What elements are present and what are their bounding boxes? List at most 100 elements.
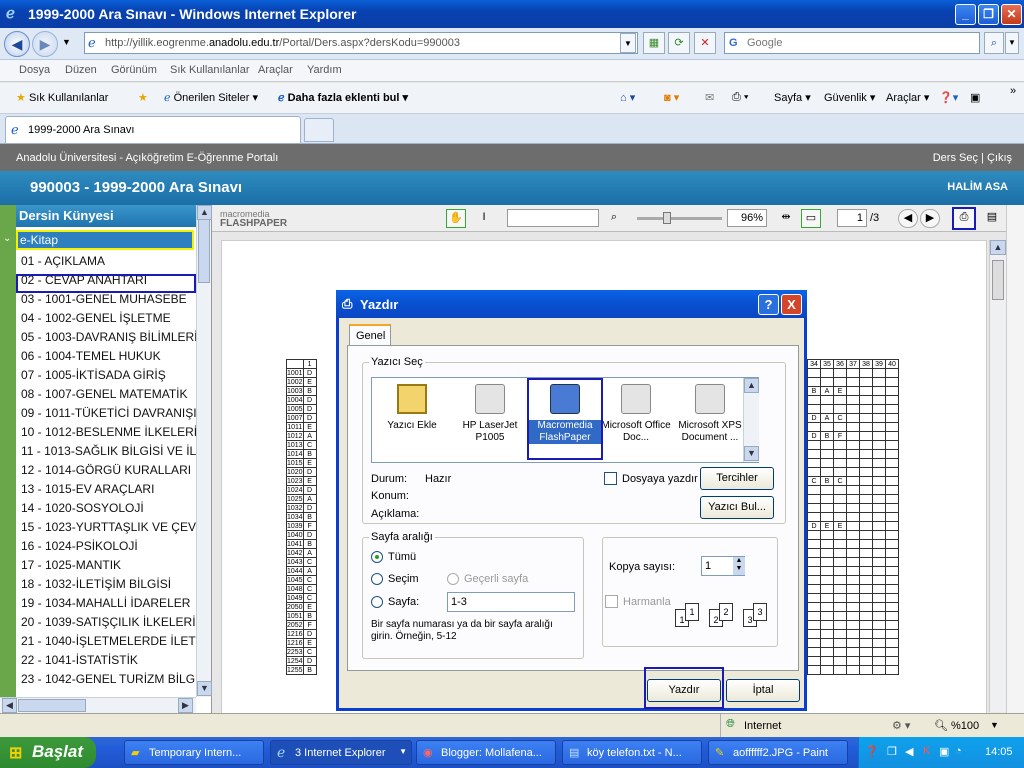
compat-view-icon[interactable]: ▦ <box>643 32 665 54</box>
home-icon[interactable]: ⌂ ▾ <box>620 91 635 104</box>
start-button[interactable]: ⊞ Başlat <box>0 737 96 768</box>
fit-width-icon[interactable]: ⇹ <box>776 209 796 228</box>
sidebar-item[interactable]: 13 - 1015-EV ARAÇLARI <box>21 482 196 496</box>
sidebar-item[interactable]: 14 - 1020-SOSYOLOJİ <box>21 501 196 515</box>
menu-file[interactable]: Dosya <box>19 64 50 76</box>
history-dropdown-icon[interactable]: ▼ <box>62 37 71 47</box>
printer-item[interactable]: Microsoft XPS Document ... <box>672 380 748 444</box>
tab-general[interactable]: Genel <box>349 324 391 346</box>
printer-item[interactable]: HP LaserJet P1005 <box>452 380 528 444</box>
chevron-down-icon[interactable]: ⌄ <box>3 233 11 244</box>
range-all-radio[interactable] <box>371 551 383 563</box>
search-options-icon[interactable]: ▼ <box>1005 32 1019 54</box>
zoom-dropdown-icon[interactable]: ▼ <box>990 720 999 730</box>
sidebar-item[interactable]: 19 - 1034-MAHALLİ İDARELER <box>21 596 196 610</box>
sidebar-ekitap[interactable]: e-Kitap <box>16 230 194 250</box>
menu-icon[interactable]: ▤ <box>982 209 1002 228</box>
find-printer-button[interactable]: Yazıcı Bul... <box>700 496 774 519</box>
zoom-level[interactable]: %100 <box>951 720 979 732</box>
preferences-button[interactable]: Tercihler <box>700 467 774 490</box>
favorites-button[interactable]: ★ Sık Kullanılanlar <box>16 91 108 104</box>
printer-scroll-down-icon[interactable]: ▼ <box>744 446 759 461</box>
tray-window-icon[interactable]: ❐ <box>887 745 897 758</box>
sidebar-item[interactable]: 08 - 1007-GENEL MATEMATİK <box>21 387 196 401</box>
doc-scroll-up-icon[interactable]: ▲ <box>990 240 1006 255</box>
sidebar-item[interactable]: 23 - 1042-GENEL TURİZM BİLG <box>21 672 196 686</box>
tray-volume-icon[interactable]: ◔ <box>955 745 962 757</box>
sidebar-item[interactable]: 04 - 1002-GENEL İŞLETME <box>21 311 196 325</box>
scroll-left-icon[interactable]: ◀ <box>2 698 17 713</box>
task-paint[interactable]: ✎ aoffffff2.JPG - Paint <box>708 740 848 765</box>
sidebar-item[interactable]: 18 - 1032-İLETİŞİM BİLGİSİ <box>21 577 196 591</box>
suggested-sites-button[interactable]: ℯ Önerilen Siteler ▾ <box>164 91 258 104</box>
refresh-icon[interactable]: ⟳ <box>668 32 690 54</box>
add-favorite-icon[interactable]: ★ <box>138 91 148 104</box>
sidebar-item[interactable]: 05 - 1003-DAVRANIŞ BİLİMLERİ <box>21 330 196 344</box>
address-input[interactable]: ℯ http://yillik.eogrenme.anadolu.edu.tr/… <box>84 32 638 54</box>
fit-page-icon[interactable]: ▭ <box>801 209 821 228</box>
flashpaper-search-input[interactable] <box>507 209 599 227</box>
range-current-radio[interactable] <box>447 573 459 585</box>
toolbar-overflow-icon[interactable]: » <box>1010 85 1016 97</box>
feeds-icon[interactable]: ◙ ▾ <box>664 91 679 104</box>
sidebar-item[interactable]: 12 - 1014-GÖRGÜ KURALLARI <box>21 463 196 477</box>
page-vscrollbar[interactable] <box>1006 205 1024 713</box>
print-toolbar-icon[interactable]: ⎙ ▾ <box>732 91 748 104</box>
menu-tools[interactable]: Araçlar <box>258 64 293 76</box>
sidebar-item[interactable]: 10 - 1012-BESLENME İLKELERİ <box>21 425 196 439</box>
protected-mode-icon[interactable]: ⚙ ▾ <box>892 719 910 732</box>
sidebar-item[interactable]: 09 - 1011-TÜKETİCİ DAVRANIŞI <box>21 406 196 420</box>
menu-view[interactable]: Görünüm <box>111 64 157 76</box>
more-addons-button[interactable]: ℯ Daha fazla eklenti bul ▾ <box>278 91 408 104</box>
security-menu[interactable]: Güvenlik ▾ <box>824 91 875 104</box>
sidebar-item[interactable]: 11 - 1013-SAĞLIK BİLGİSİ VE İL <box>21 444 196 458</box>
cancel-button[interactable]: İptal <box>726 679 800 702</box>
page-number-field[interactable]: 1 <box>837 209 867 227</box>
sidebar-header[interactable]: Dersin Künyesi <box>16 205 196 227</box>
doc-scroll-thumb[interactable] <box>992 260 1004 300</box>
print-to-file-checkbox[interactable] <box>604 472 617 485</box>
scroll-right-icon[interactable]: ▶ <box>178 698 193 713</box>
sidebar-vscrollbar[interactable]: ▲ ▼ <box>196 205 212 697</box>
tray-antivirus-icon[interactable]: K <box>923 745 930 757</box>
zoom-icon[interactable]: 🔍︎ <box>934 719 948 732</box>
restore-button[interactable]: ❐ <box>978 4 999 25</box>
task-notepad[interactable]: ▤ köy telefon.txt - N... <box>562 740 702 765</box>
hscroll-thumb[interactable] <box>18 699 86 712</box>
hand-tool-icon[interactable]: ✋ <box>446 209 466 228</box>
scroll-thumb[interactable] <box>198 219 210 283</box>
sidebar-item[interactable]: 17 - 1025-MANTIK <box>21 558 196 572</box>
sidebar-item[interactable]: 07 - 1005-İKTİSADA GİRİŞ <box>21 368 196 382</box>
help-icon[interactable]: ❓▾ <box>939 91 958 104</box>
address-dropdown-button[interactable]: ▼ <box>620 33 636 53</box>
printer-list[interactable]: Yazıcı Ekle HP LaserJet P1005 Macromedia… <box>371 377 759 463</box>
task-blogger[interactable]: ◉ Blogger: Mollafena... <box>416 740 556 765</box>
printer-list-scrollbar[interactable]: ▲ ▼ <box>743 378 759 462</box>
collate-checkbox[interactable] <box>605 595 618 608</box>
sidebar-item[interactable]: 03 - 1001-GENEL MUHASEBE <box>21 292 196 306</box>
sidebar-item[interactable]: 21 - 1040-İŞLETMELERDE İLET <box>21 634 196 648</box>
scroll-up-icon[interactable]: ▲ <box>197 205 212 220</box>
task-temporary-internet[interactable]: ▰ Temporary Intern... <box>124 740 264 765</box>
zoom-slider-thumb[interactable] <box>663 212 671 224</box>
printer-scroll-up-icon[interactable]: ▲ <box>744 378 759 393</box>
search-input[interactable]: G Google <box>724 32 980 54</box>
sidebar-item[interactable]: 15 - 1023-YURTTAŞLIK VE ÇEV <box>21 520 196 534</box>
minimize-button[interactable]: _ <box>955 4 976 25</box>
find-icon[interactable]: ⌕ <box>604 209 624 228</box>
scroll-down-icon[interactable]: ▼ <box>197 681 212 696</box>
print-icon[interactable]: ⎙ <box>952 207 976 230</box>
research-icon[interactable]: ▣ <box>970 91 980 104</box>
tray-help-icon[interactable]: ❓ <box>865 745 879 758</box>
tools-menu[interactable]: Araçlar ▾ <box>886 91 929 104</box>
tray-arrow-icon[interactable]: ◀ <box>905 745 913 758</box>
close-window-button[interactable]: ✕ <box>1001 4 1022 25</box>
range-pages-radio[interactable] <box>371 596 383 608</box>
page-menu[interactable]: Sayfa ▾ <box>774 91 811 104</box>
forward-button[interactable]: ▶ <box>32 31 58 57</box>
new-tab-button[interactable] <box>304 118 334 142</box>
stop-icon[interactable]: ✕ <box>694 32 716 54</box>
portal-links[interactable]: Ders Seç | Çıkış <box>933 152 1012 164</box>
sidebar-item[interactable]: 22 - 1041-İSTATİSTİK <box>21 653 196 667</box>
printer-item[interactable]: Yazıcı Ekle <box>374 380 450 432</box>
